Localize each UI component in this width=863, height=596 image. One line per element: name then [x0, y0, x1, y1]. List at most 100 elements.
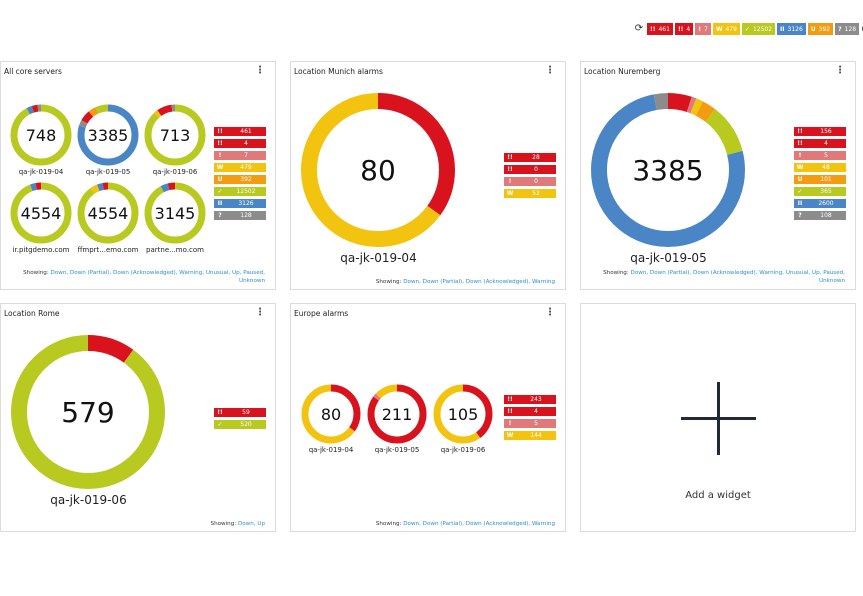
legend-status-row[interactable]: ! 5: [794, 151, 846, 160]
location-donut[interactable]: 579: [11, 335, 165, 489]
location-donut[interactable]: 80: [301, 93, 455, 247]
legend-status-row[interactable]: !! 4: [214, 139, 266, 148]
legend-status-row[interactable]: ! 7: [214, 151, 266, 160]
legend-status-row[interactable]: W 52: [504, 189, 556, 198]
widget-title: Europe alarms: [294, 309, 349, 318]
status-glyph: !: [218, 152, 222, 159]
status-glyph: W: [506, 190, 514, 197]
status-glyph: U: [797, 176, 803, 183]
status-count-chip[interactable]: ✓ 12502: [741, 23, 776, 35]
status-glyph: ✓: [217, 188, 223, 195]
status-legend: !! 461 !! 4 ! 7 W 479 U 392 ✓ 12502 II 3126 ? 128: [214, 127, 266, 223]
legend-status-row[interactable]: ✓ 520: [214, 420, 266, 429]
legend-status-row[interactable]: W 479: [214, 163, 266, 172]
donut-host-label[interactable]: qa-jk-019-04: [19, 168, 64, 176]
legend-status-row[interactable]: W 48: [794, 163, 846, 172]
widget-title: All core servers: [4, 67, 62, 76]
donut-chart: 579: [11, 335, 165, 489]
donut-value: 211: [382, 405, 413, 424]
widget-menu-icon[interactable]: ⋮: [545, 308, 555, 318]
server-donut[interactable]: 80: [301, 384, 361, 444]
server-donut[interactable]: 713: [144, 104, 206, 166]
donut-host-label[interactable]: qa-jk-019-06: [441, 446, 486, 454]
showing-filter-list[interactable]: Down, Down (Partial), Down (Acknowledged…: [403, 279, 555, 285]
status-glyph: !!: [507, 154, 513, 161]
legend-status-row[interactable]: ✓ 365: [794, 187, 846, 196]
legend-status-row[interactable]: !! 4: [504, 407, 556, 416]
donut-host-label[interactable]: qa-jk-019-04: [309, 446, 354, 454]
donut-value: 713: [160, 126, 191, 145]
legend-status-row[interactable]: U 392: [214, 175, 266, 184]
legend-status-row[interactable]: ? 128: [214, 211, 266, 220]
legend-status-row[interactable]: ! 5: [504, 419, 556, 428]
widget-menu-icon[interactable]: ⋮: [255, 66, 265, 76]
status-count-chip[interactable]: !! 461: [647, 23, 673, 35]
legend-status-row[interactable]: W 144: [504, 431, 556, 440]
showing-filter-list[interactable]: Down, Down (Partial), Down (Acknowledged…: [403, 521, 555, 527]
donut-host-label[interactable]: qa-jk-019-05: [581, 251, 756, 265]
status-glyph: !!: [797, 128, 803, 135]
server-donut[interactable]: 4554: [10, 182, 72, 244]
legend-status-row[interactable]: !! 0: [504, 165, 556, 174]
donut-host-label[interactable]: ir.pitgdemo.com: [13, 246, 70, 254]
showing-prefix: Showing:: [23, 270, 51, 276]
donut-value: 80: [321, 405, 341, 424]
donut-host-label[interactable]: qa-jk-019-06: [153, 168, 198, 176]
status-glyph: W: [216, 164, 224, 171]
status-count-chip[interactable]: II 3126: [777, 23, 806, 35]
widget-menu-icon[interactable]: ⋮: [255, 308, 265, 318]
status-count: 479: [725, 25, 737, 33]
legend-status-row[interactable]: !! 156: [794, 127, 846, 136]
donut-value: 4554: [21, 204, 62, 223]
server-donut[interactable]: 105: [433, 384, 493, 444]
legend-status-row[interactable]: U 101: [794, 175, 846, 184]
server-donut[interactable]: 3145: [144, 182, 206, 244]
donut-host-label[interactable]: qa-jk-019-05: [86, 168, 131, 176]
legend-status-row[interactable]: II 2600: [794, 199, 846, 208]
status-count: 128: [240, 212, 252, 219]
status-count-chip[interactable]: U 392: [807, 23, 834, 35]
donut-host-label[interactable]: qa-jk-019-04: [291, 251, 466, 265]
status-count: 461: [658, 25, 670, 33]
status-glyph: II: [217, 200, 223, 207]
donut-host-label[interactable]: qa-jk-019-06: [1, 493, 176, 507]
legend-status-row[interactable]: !! 59: [214, 408, 266, 417]
status-glyph: ?: [798, 212, 802, 219]
widget-menu-icon[interactable]: ⋮: [545, 66, 555, 76]
add-widget-card[interactable]: Add a widget: [580, 303, 856, 532]
server-donut[interactable]: 3385: [77, 104, 139, 166]
legend-status-row[interactable]: ? 108: [794, 211, 846, 220]
status-count: 4: [686, 25, 691, 33]
donut-host-label[interactable]: partne...mo.com: [146, 246, 204, 254]
status-glyph: W: [715, 25, 723, 33]
legend-status-row[interactable]: !! 28: [504, 153, 556, 162]
status-count-chip[interactable]: ! 7: [695, 23, 711, 35]
status-count: 520: [240, 421, 252, 428]
showing-filter-list[interactable]: Down, Down (Partial), Down (Acknowledged…: [631, 270, 845, 284]
status-glyph: W: [506, 432, 514, 439]
widget-title: Location Rome: [4, 309, 60, 318]
legend-status-row[interactable]: ✓ 12502: [214, 187, 266, 196]
showing-prefix: Showing:: [375, 521, 404, 527]
legend-status-row[interactable]: !! 4: [794, 139, 846, 148]
donut-host-label[interactable]: ffmprt...emo.com: [78, 246, 139, 254]
widget-menu-icon[interactable]: ⋮: [835, 66, 845, 76]
showing-filter-list[interactable]: Down, Up: [238, 521, 265, 527]
legend-status-row[interactable]: ! 0: [504, 177, 556, 186]
server-donut[interactable]: 4554: [77, 182, 139, 244]
status-count-chip[interactable]: W 479: [712, 23, 740, 35]
legend-status-row[interactable]: !! 243: [504, 395, 556, 404]
server-donut[interactable]: 748: [10, 104, 72, 166]
location-donut[interactable]: 3385: [591, 93, 745, 247]
status-count-chip[interactable]: !! 4: [674, 23, 694, 35]
donut-value: 748: [26, 126, 57, 145]
legend-status-row[interactable]: II 3126: [214, 199, 266, 208]
showing-filters: Showing: Down, Down (Partial), Down (Ack…: [305, 520, 555, 528]
status-count-chip[interactable]: ? 128: [835, 23, 860, 35]
donut-host-label[interactable]: qa-jk-019-05: [375, 446, 420, 454]
showing-filter-list[interactable]: Down, Down (Partial), Down (Acknowledged…: [51, 270, 265, 284]
refresh-icon[interactable]: ⟳: [633, 22, 645, 36]
legend-status-row[interactable]: !! 461: [214, 127, 266, 136]
showing-prefix: Showing:: [210, 521, 238, 527]
server-donut[interactable]: 211: [367, 384, 427, 444]
